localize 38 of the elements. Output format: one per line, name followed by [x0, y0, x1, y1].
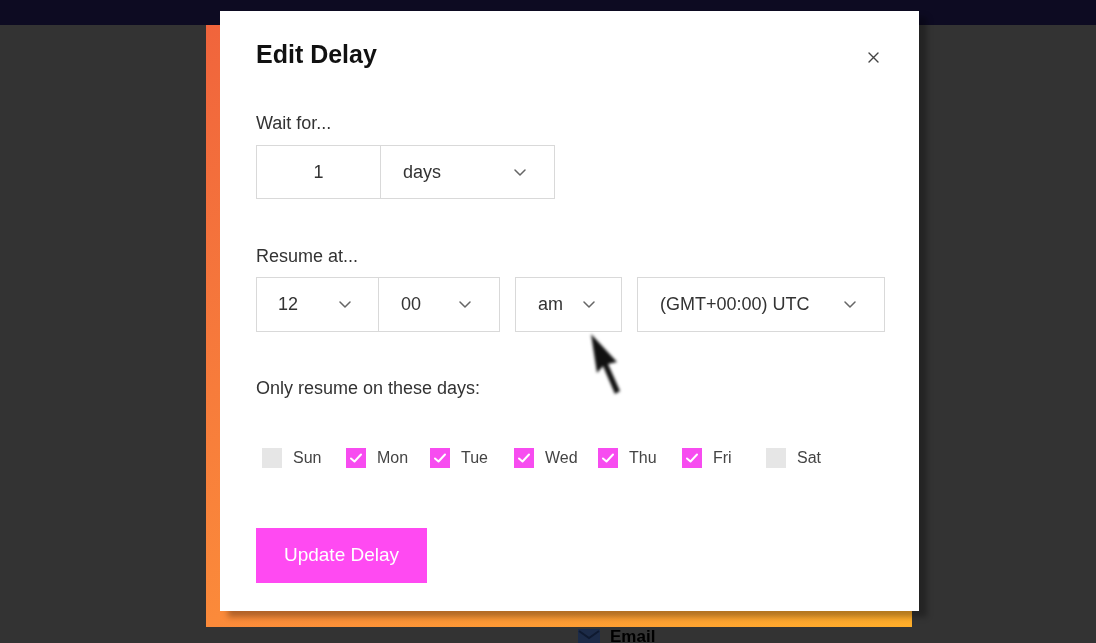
checkbox[interactable] [346, 448, 366, 468]
checkbox-label[interactable]: Fri [713, 448, 732, 468]
chevron-down-icon [514, 168, 526, 176]
checkbox-label[interactable]: Tue [461, 448, 488, 468]
checkbox[interactable] [598, 448, 618, 468]
checkbox[interactable] [766, 448, 786, 468]
number-field[interactable]: 1 [256, 145, 381, 199]
checkbox[interactable] [430, 448, 450, 468]
check-icon [686, 453, 698, 463]
checkbox-label[interactable]: Sun [293, 448, 322, 468]
minute-dropdown[interactable]: 00 [378, 277, 500, 332]
close-button[interactable] [866, 50, 880, 64]
chevron-down-icon [583, 301, 595, 308]
envelope-icon [578, 629, 600, 643]
cursor-icon [588, 333, 622, 395]
timezone-dropdown[interactable]: (GMT+00:00) UTC [637, 277, 885, 332]
checkbox-label[interactable]: Thu [629, 448, 657, 468]
checkbox[interactable] [262, 448, 282, 468]
checkbox-label[interactable]: Wed [545, 448, 578, 468]
dialog-title: Edit Delay [256, 40, 377, 68]
check-icon [350, 453, 362, 463]
field-label: Wait for... [256, 112, 332, 134]
checkbox[interactable] [682, 448, 702, 468]
hour-dropdown[interactable]: 12 [256, 277, 379, 332]
field-label: Only resume on these days: [256, 377, 481, 399]
check-icon [602, 453, 614, 463]
check-icon [434, 453, 446, 463]
chevron-down-icon [844, 301, 856, 308]
check-icon [518, 453, 530, 463]
period-dropdown[interactable]: am [515, 277, 622, 332]
unit-dropdown[interactable]: days [380, 145, 555, 199]
checkbox-label[interactable]: Sat [797, 448, 821, 468]
chevron-down-icon [459, 301, 471, 308]
checkbox-label[interactable]: Mon [377, 448, 409, 468]
close-icon [867, 51, 879, 63]
chevron-down-icon [339, 301, 351, 308]
checkbox[interactable] [514, 448, 534, 468]
field-label: Resume at... [256, 245, 359, 267]
